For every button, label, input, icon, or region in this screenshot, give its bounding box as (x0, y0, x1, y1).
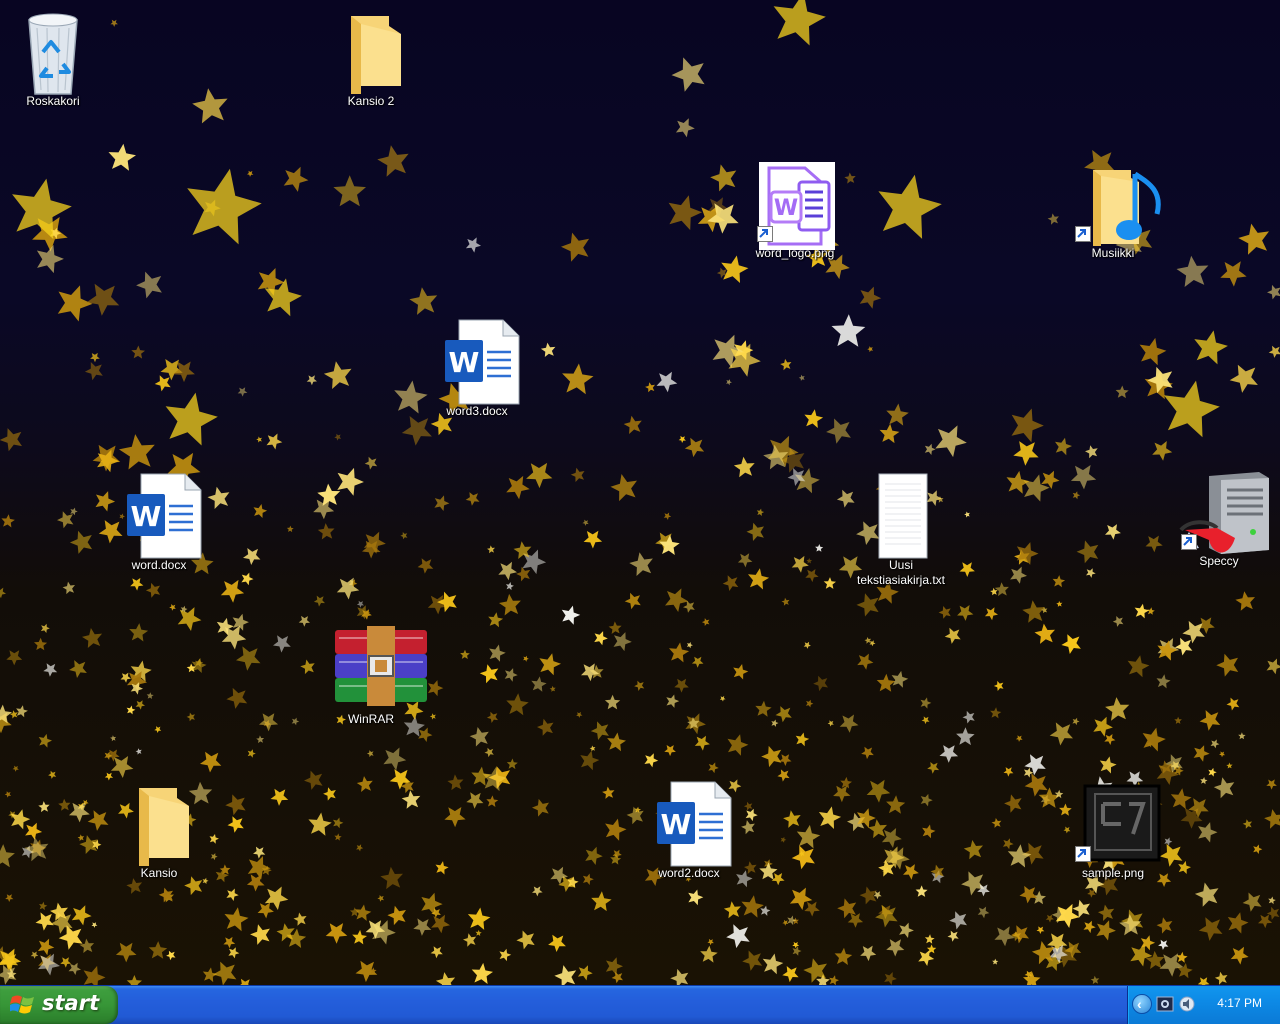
show-hidden-icons-button[interactable]: ‹ (1132, 994, 1152, 1014)
system-tray: ‹ 4:17 PM (1127, 986, 1280, 1024)
volume-icon[interactable] (1178, 995, 1196, 1013)
word-doc-icon: W (649, 780, 732, 867)
word-logo-image-icon: W (755, 160, 835, 250)
network-icon[interactable] (1156, 995, 1174, 1013)
start-label: start (42, 991, 100, 1015)
folder-icon-kansio[interactable]: Kansio (109, 780, 209, 881)
music-folder-icon-musiikki[interactable]: Musiikki (1063, 160, 1163, 261)
taskbar: start ‹ 4:17 PM (0, 985, 1280, 1024)
icon-label: Uusi tekstiasiakirja.txt (856, 558, 946, 587)
recycle-bin-icon (13, 8, 93, 95)
clock: 4:17 PM (1217, 996, 1262, 1010)
winrar-icon[interactable]: WinRAR (321, 626, 427, 727)
image-icon-sample[interactable]: sample.png (1063, 780, 1163, 881)
shortcut-arrow-icon (757, 226, 773, 242)
folder-icon (119, 780, 199, 866)
svg-text:W: W (661, 808, 692, 841)
svg-text:W: W (131, 500, 162, 533)
windows-logo-icon (9, 993, 36, 1022)
app-shortcut-icon-speccy[interactable]: Speccy (1169, 468, 1269, 569)
music-folder-icon (1073, 160, 1161, 246)
sample-image-icon (1073, 780, 1161, 864)
shortcut-arrow-icon (1181, 534, 1197, 550)
icon-label: WinRAR (347, 712, 394, 726)
word-doc-icon: W (437, 318, 520, 405)
icon-label: word.docx (131, 558, 187, 572)
icon-label: sample.png (1081, 866, 1145, 880)
icon-label: word2.docx (658, 866, 720, 880)
word-document-icon-word3[interactable]: W word3.docx (427, 318, 527, 419)
icon-label: word3.docx (446, 404, 508, 418)
chevron-left-icon: ‹ (1137, 996, 1142, 1012)
word-document-icon-word[interactable]: W word.docx (109, 472, 209, 573)
winrar-books-icon (331, 626, 427, 710)
word-document-icon-word2[interactable]: W word2.docx (639, 780, 739, 881)
shortcut-arrow-icon (1075, 846, 1091, 862)
svg-text:W: W (449, 346, 480, 379)
folder-icon (331, 8, 411, 94)
start-button[interactable]: start (0, 986, 118, 1024)
shortcut-arrow-icon (1075, 226, 1091, 242)
word-doc-icon: W (119, 472, 202, 559)
recycle-bin-icon-roskakori[interactable]: Roskakori (3, 8, 103, 109)
text-file-icon-uusi[interactable]: Uusi tekstiasiakirja.txt (851, 472, 951, 588)
svg-text:W: W (774, 196, 798, 221)
speccy-icon (1179, 468, 1269, 554)
text-file-icon (861, 472, 941, 559)
folder-icon-kansio-2[interactable]: Kansio 2 (321, 8, 421, 109)
image-icon-word-logo[interactable]: W word_logo.png (745, 160, 845, 261)
